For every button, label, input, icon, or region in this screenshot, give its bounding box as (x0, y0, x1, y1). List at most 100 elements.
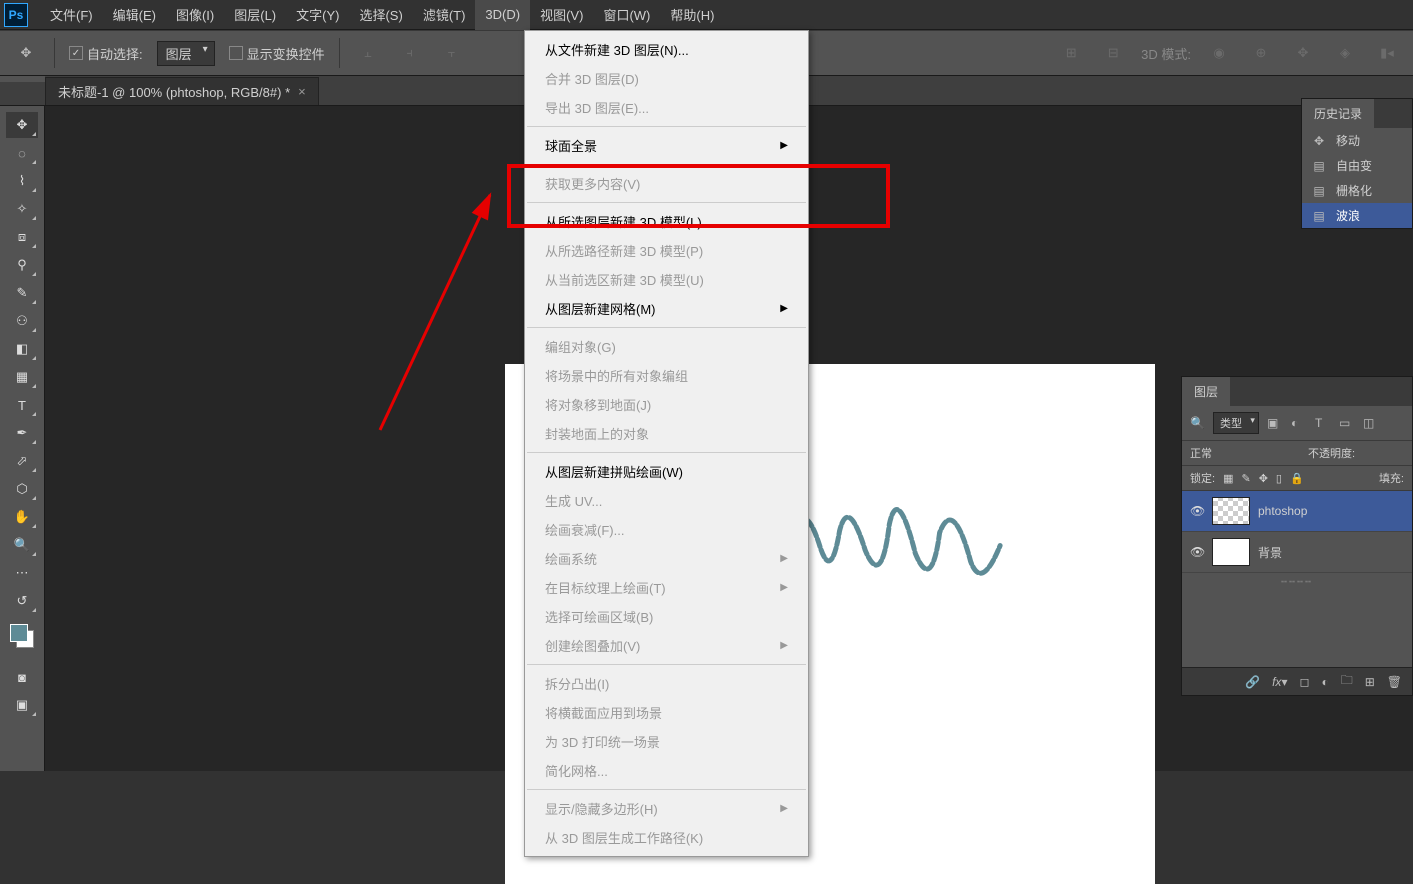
filter-smart-icon[interactable]: ◫ (1363, 416, 1379, 430)
menu-3d-item-22: 在目标纹理上绘画(T)▶ (525, 573, 808, 602)
3d-scale-icon[interactable]: ◈ (1331, 39, 1359, 67)
delete-layer-icon[interactable]: 🗑 (1387, 675, 1402, 689)
clone-stamp-tool[interactable]: ⚇ (6, 308, 38, 334)
marquee-tool[interactable]: ◌ (6, 140, 38, 166)
align-top-icon[interactable]: ⫠ (354, 39, 382, 67)
3d-orbit-icon[interactable]: ◉ (1205, 39, 1233, 67)
3d-pan-icon[interactable]: ⊕ (1247, 39, 1275, 67)
menu-3d-item-23: 选择可绘画区域(B) (525, 602, 808, 631)
menu-filter[interactable]: 滤镜(T) (413, 0, 476, 30)
show-transform-checkbox[interactable]: 显示变换控件 (229, 44, 325, 63)
history-panel: 历史记录 ✥移动▤自由变▤栅格化▤波浪 (1301, 98, 1413, 229)
gradient-tool[interactable]: ▦ (6, 364, 38, 390)
menu-3d-item-21: 绘画系统▶ (525, 544, 808, 573)
history-panel-tab[interactable]: 历史记录 (1302, 99, 1374, 128)
layer-mask-icon[interactable]: ◻ (1299, 675, 1309, 689)
close-tab-icon[interactable]: × (298, 84, 306, 99)
layer-thumbnail[interactable] (1212, 538, 1250, 566)
layer-thumbnail[interactable] (1212, 497, 1250, 525)
filter-shape-icon[interactable]: ▭ (1339, 416, 1355, 430)
menu-window[interactable]: 窗口(W) (593, 0, 660, 30)
lock-transparent-icon[interactable]: ▦ (1223, 472, 1233, 485)
menu-layer[interactable]: 图层(L) (224, 0, 286, 30)
quick-mask-toggle[interactable]: ◙ (6, 664, 38, 690)
brush-tool[interactable]: ✎ (6, 280, 38, 306)
magic-wand-tool[interactable]: ✧ (6, 196, 38, 222)
menu-3d[interactable]: 3D(D) (475, 0, 530, 30)
layers-panel: 图层 🔍 类型 ▣ ◐ T ▭ ◫ 正常 不透明度: 锁定: ▦ ✎ ✥ ▯ 🔒… (1181, 376, 1413, 696)
layer-row-0[interactable]: 👁phtoshop (1182, 491, 1412, 532)
history-item-2[interactable]: ▤栅格化 (1302, 178, 1412, 203)
pen-tool[interactable]: ✒ (6, 420, 38, 446)
color-swatch[interactable] (10, 624, 34, 648)
document-tab[interactable]: 未标题-1 @ 100% (phtoshop, RGB/8#) * × (45, 77, 319, 105)
eraser-tool[interactable]: ◧ (6, 336, 38, 362)
filter-adjust-icon[interactable]: ◐ (1291, 416, 1307, 430)
menu-edit[interactable]: 编辑(E) (103, 0, 166, 30)
layer-group-icon[interactable]: 🗀 (1341, 671, 1353, 692)
menu-image[interactable]: 图像(I) (166, 0, 224, 30)
distribute-icon[interactable]: ⊞ (1057, 39, 1085, 67)
menu-3d-item-9: 从所选路径新建 3D 模型(P) (525, 236, 808, 265)
filter-pixel-icon[interactable]: ▣ (1267, 416, 1283, 430)
path-select-tool[interactable]: ⬀ (6, 448, 38, 474)
menu-3d-item-11[interactable]: 从图层新建网格(M)▶ (525, 294, 808, 323)
filter-type-icon[interactable]: T (1315, 416, 1331, 430)
layers-panel-tab[interactable]: 图层 (1182, 377, 1230, 406)
menu-3d-item-10: 从当前选区新建 3D 模型(U) (525, 265, 808, 294)
menu-3d-item-31: 显示/隐藏多边形(H)▶ (525, 794, 808, 823)
edit-toolbar[interactable]: ⋯ (6, 560, 38, 586)
layer-row-1[interactable]: 👁 背景 (1182, 532, 1412, 573)
history-brush-tool[interactable]: ↺ (6, 588, 38, 614)
menu-select[interactable]: 选择(S) (349, 0, 412, 30)
align-bottom-icon[interactable]: ⫟ (438, 39, 466, 67)
hand-tool[interactable]: ✋ (6, 504, 38, 530)
toolbox: ✥ ◌ ⌇ ✧ ⧈ ⚲ ✎ ⚇ ◧ ▦ T ✒ ⬀ ⬡ ✋ 🔍 ⋯ ↺ ◙ ▣ (0, 106, 45, 771)
layer-visibility-icon[interactable]: 👁 (1190, 545, 1204, 559)
align-middle-icon[interactable]: ⫞ (396, 39, 424, 67)
lasso-tool[interactable]: ⌇ (6, 168, 38, 194)
layer-name: 背景 (1258, 544, 1282, 561)
history-step-icon: ▤ (1310, 209, 1328, 223)
menu-3d-item-15: 将对象移到地面(J) (525, 390, 808, 419)
3d-move-icon[interactable]: ✥ (1289, 39, 1317, 67)
adjustment-layer-icon[interactable]: ◐ (1321, 675, 1328, 689)
layer-filter-dropdown[interactable]: 类型 (1213, 412, 1259, 434)
lock-paint-icon[interactable]: ✎ (1241, 472, 1250, 485)
menu-3d-item-6: 获取更多内容(V) (525, 169, 808, 198)
layer-fx-icon[interactable]: fx▾ (1272, 675, 1287, 689)
menu-3d-item-18[interactable]: 从图层新建拼贴绘画(W) (525, 457, 808, 486)
lock-position-icon[interactable]: ✥ (1259, 472, 1268, 485)
layer-visibility-icon[interactable]: 👁 (1190, 504, 1204, 518)
lock-artboard-icon[interactable]: ▯ (1276, 472, 1282, 485)
crop-tool[interactable]: ⧈ (6, 224, 38, 250)
lock-all-icon[interactable]: 🔒 (1290, 472, 1304, 485)
auto-select-checkbox[interactable]: 自动选择: (69, 44, 143, 63)
link-layers-icon[interactable]: 🔗 (1245, 675, 1260, 689)
type-tool[interactable]: T (6, 392, 38, 418)
panel-resize-grip[interactable]: ╍╍╍╍ (1182, 573, 1412, 588)
3d-camera-icon[interactable]: ▮◂ (1373, 39, 1401, 67)
shape-tool[interactable]: ⬡ (6, 476, 38, 502)
zoom-tool[interactable]: 🔍 (6, 532, 38, 558)
move-tool[interactable]: ✥ (6, 112, 38, 138)
history-item-0[interactable]: ✥移动 (1302, 128, 1412, 153)
distribute2-icon[interactable]: ⊟ (1099, 39, 1127, 67)
menu-3d-item-20: 绘画衰减(F)... (525, 515, 808, 544)
menu-3d-item-4[interactable]: 球面全景▶ (525, 131, 808, 160)
menu-help[interactable]: 帮助(H) (660, 0, 724, 30)
menu-3d-item-0[interactable]: 从文件新建 3D 图层(N)... (525, 35, 808, 64)
menu-view[interactable]: 视图(V) (530, 0, 593, 30)
eyedropper-tool[interactable]: ⚲ (6, 252, 38, 278)
menu-type[interactable]: 文字(Y) (286, 0, 349, 30)
auto-select-dropdown[interactable]: 图层 (157, 41, 215, 66)
blend-mode-dropdown[interactable]: 正常 (1190, 445, 1300, 461)
menu-3d-item-27: 将横截面应用到场景 (525, 698, 808, 727)
menu-3d-item-32: 从 3D 图层生成工作路径(K) (525, 823, 808, 852)
menu-file[interactable]: 文件(F) (40, 0, 103, 30)
menu-3d-item-8[interactable]: 从所选图层新建 3D 模型(L) (525, 207, 808, 236)
history-item-1[interactable]: ▤自由变 (1302, 153, 1412, 178)
new-layer-icon[interactable]: ⊞ (1365, 675, 1375, 689)
screen-mode-toggle[interactable]: ▣ (6, 692, 38, 718)
history-item-3[interactable]: ▤波浪 (1302, 203, 1412, 228)
